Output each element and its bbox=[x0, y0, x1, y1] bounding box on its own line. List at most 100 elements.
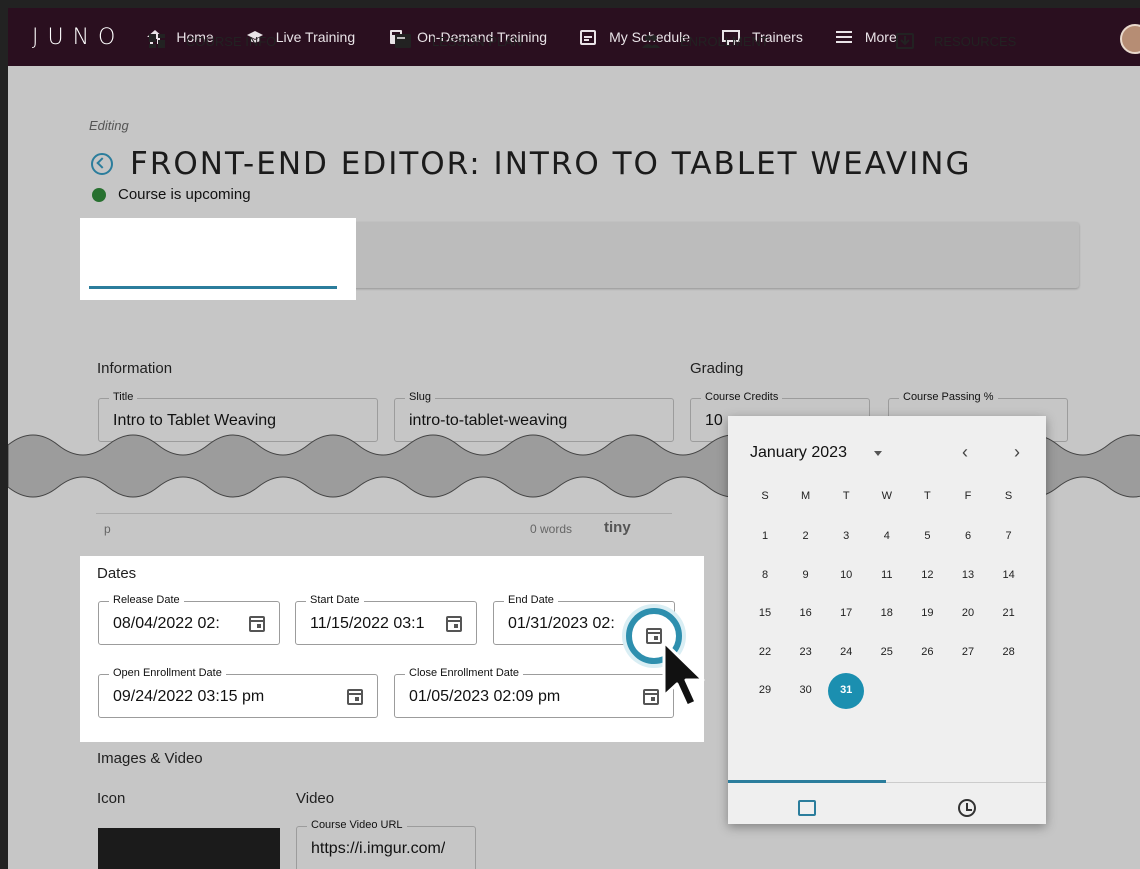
video-heading: Video bbox=[296, 790, 335, 807]
icon-preview[interactable] bbox=[98, 828, 280, 869]
calendar-day[interactable]: 8 bbox=[746, 569, 784, 581]
release-date-label: Release Date bbox=[109, 594, 184, 606]
close-enrollment-label: Close Enrollment Date bbox=[405, 667, 524, 679]
calendar-icon[interactable] bbox=[347, 689, 363, 705]
calendar-tab-indicator bbox=[728, 780, 886, 783]
calendar-day[interactable]: 26 bbox=[908, 646, 946, 658]
editor-path: p bbox=[104, 522, 111, 536]
date-picker-popup: January 2023 ‹ › S M T W T F S 1 2 3 4 5 6 7 8 9 10 11 12 1… bbox=[728, 416, 1046, 824]
release-date-value: 08/04/2022 02: bbox=[113, 615, 220, 632]
nav-live-training-label: Live Training bbox=[275, 29, 356, 45]
page-title: FRONT-END EDITOR: INTRO TO TABLET WEAVIN… bbox=[130, 146, 972, 182]
tab-resources[interactable]: RESOURCES bbox=[896, 8, 1016, 74]
calendar-day[interactable]: 29 bbox=[746, 684, 784, 696]
video-url-value: https://i.imgur.com/ bbox=[311, 840, 446, 857]
end-date-label: End Date bbox=[504, 594, 558, 606]
calendar-day[interactable]: 11 bbox=[868, 569, 906, 581]
date-tab-icon[interactable] bbox=[798, 800, 816, 816]
start-date-label: Start Date bbox=[306, 594, 364, 606]
calendar-day[interactable]: 15 bbox=[746, 607, 784, 619]
weekday-header: S bbox=[761, 490, 769, 502]
calendar-icon bbox=[580, 30, 597, 45]
menu-icon bbox=[835, 31, 852, 43]
calendar-day[interactable]: 5 bbox=[908, 530, 946, 542]
title-field-label: Title bbox=[109, 391, 138, 403]
information-heading: Information bbox=[97, 360, 173, 377]
weekday-header: T bbox=[842, 490, 850, 502]
video-url-label: Course Video URL bbox=[307, 819, 407, 831]
course-passing-label: Course Passing % bbox=[899, 391, 998, 403]
mouse-cursor-icon bbox=[662, 640, 705, 708]
grading-heading: Grading bbox=[690, 360, 744, 377]
calendar-day[interactable]: 9 bbox=[787, 569, 825, 581]
calendar-day[interactable]: 30 bbox=[787, 684, 825, 696]
calendar-day[interactable]: 3 bbox=[827, 530, 865, 542]
calendar-day[interactable]: 17 bbox=[827, 607, 865, 619]
calendar-day[interactable]: 1 bbox=[746, 530, 784, 542]
weekday-header: M bbox=[801, 490, 811, 502]
calendar-day[interactable]: 21 bbox=[990, 607, 1028, 619]
status-indicator bbox=[92, 188, 106, 202]
calendar-day[interactable]: 25 bbox=[868, 646, 906, 658]
open-enrollment-field[interactable]: Open Enrollment Date 09/24/2022 03:15 pm bbox=[98, 667, 378, 718]
calendar-day[interactable]: 10 bbox=[827, 569, 865, 581]
active-tab-indicator bbox=[89, 286, 337, 289]
calendar-icon[interactable] bbox=[446, 616, 462, 632]
avatar[interactable] bbox=[1120, 24, 1140, 54]
start-date-field[interactable]: Start Date 11/15/2022 03:1 bbox=[295, 594, 477, 645]
course-credits-label: Course Credits bbox=[701, 391, 783, 403]
calendar-day[interactable]: 23 bbox=[787, 646, 825, 658]
editor-status-bar: p 0 words tiny bbox=[96, 513, 672, 541]
previous-month-button[interactable]: ‹ bbox=[962, 442, 968, 463]
end-date-value: 01/31/2023 02: bbox=[508, 615, 615, 632]
calendar-day[interactable]: 2 bbox=[787, 530, 825, 542]
dashboard-icon bbox=[149, 34, 165, 48]
nav-more[interactable]: More bbox=[835, 29, 897, 45]
calendar-day[interactable]: 27 bbox=[949, 646, 987, 658]
chevron-down-icon[interactable] bbox=[874, 451, 882, 456]
calendar-day[interactable]: 18 bbox=[868, 607, 906, 619]
weekday-header: F bbox=[964, 490, 972, 502]
release-date-field[interactable]: Release Date 08/04/2022 02: bbox=[98, 594, 280, 645]
clock-icon[interactable] bbox=[958, 799, 976, 817]
calendar-day[interactable]: 13 bbox=[949, 569, 987, 581]
logo[interactable]: JUNO bbox=[32, 25, 124, 50]
next-month-button[interactable]: › bbox=[1014, 442, 1020, 463]
calendar-day[interactable]: 19 bbox=[908, 607, 946, 619]
dates-heading: Dates bbox=[97, 565, 137, 582]
back-icon[interactable] bbox=[91, 153, 113, 175]
calendar-day[interactable]: 12 bbox=[908, 569, 946, 581]
calendar-day[interactable]: 28 bbox=[990, 646, 1028, 658]
app-window: JUNO Home Live Training On-Demand Traini… bbox=[8, 8, 1140, 869]
tab-lesson-plan-label: LESSON PLAN bbox=[432, 33, 523, 49]
nav-more-label: More bbox=[864, 29, 897, 45]
close-enrollment-field[interactable]: Close Enrollment Date 01/05/2023 02:09 p… bbox=[394, 667, 674, 718]
weekday-header: T bbox=[924, 490, 931, 502]
tab-course-info-label: COURSE INFO bbox=[186, 33, 277, 49]
images-video-heading: Images & Video bbox=[97, 750, 203, 767]
calendar-month-label[interactable]: January 2023 bbox=[750, 444, 847, 462]
people-icon bbox=[642, 35, 660, 48]
calendar-icon[interactable] bbox=[249, 616, 265, 632]
calendar-day-selected[interactable]: 31 bbox=[827, 684, 865, 696]
calendar-day[interactable]: 20 bbox=[949, 607, 987, 619]
status-text: Course is upcoming bbox=[118, 186, 251, 203]
calendar-day[interactable]: 16 bbox=[787, 607, 825, 619]
editor-word-count: 0 words bbox=[530, 522, 573, 536]
calendar-day[interactable]: 24 bbox=[827, 646, 865, 658]
calendar-day[interactable]: 4 bbox=[868, 530, 906, 542]
calendar-icon[interactable] bbox=[643, 689, 659, 705]
tab-lesson-plan[interactable]: LESSON PLAN bbox=[394, 8, 522, 74]
close-enrollment-value: 01/05/2023 02:09 pm bbox=[409, 688, 561, 705]
tab-course-info[interactable]: COURSE INFO bbox=[148, 8, 276, 74]
calendar-day[interactable]: 14 bbox=[990, 569, 1028, 581]
icon-heading: Icon bbox=[97, 790, 126, 807]
download-icon bbox=[896, 33, 914, 49]
calendar-day[interactable]: 7 bbox=[990, 530, 1028, 542]
tiny-logo: tiny bbox=[604, 519, 631, 536]
calendar-day[interactable]: 22 bbox=[746, 646, 784, 658]
tab-enrollment[interactable]: ENROLLMENT bbox=[642, 8, 769, 74]
calendar-day[interactable]: 6 bbox=[949, 530, 987, 542]
video-url-field[interactable]: Course Video URL https://i.imgur.com/ bbox=[296, 819, 476, 869]
tab-enrollment-label: ENROLLMENT bbox=[680, 33, 769, 49]
